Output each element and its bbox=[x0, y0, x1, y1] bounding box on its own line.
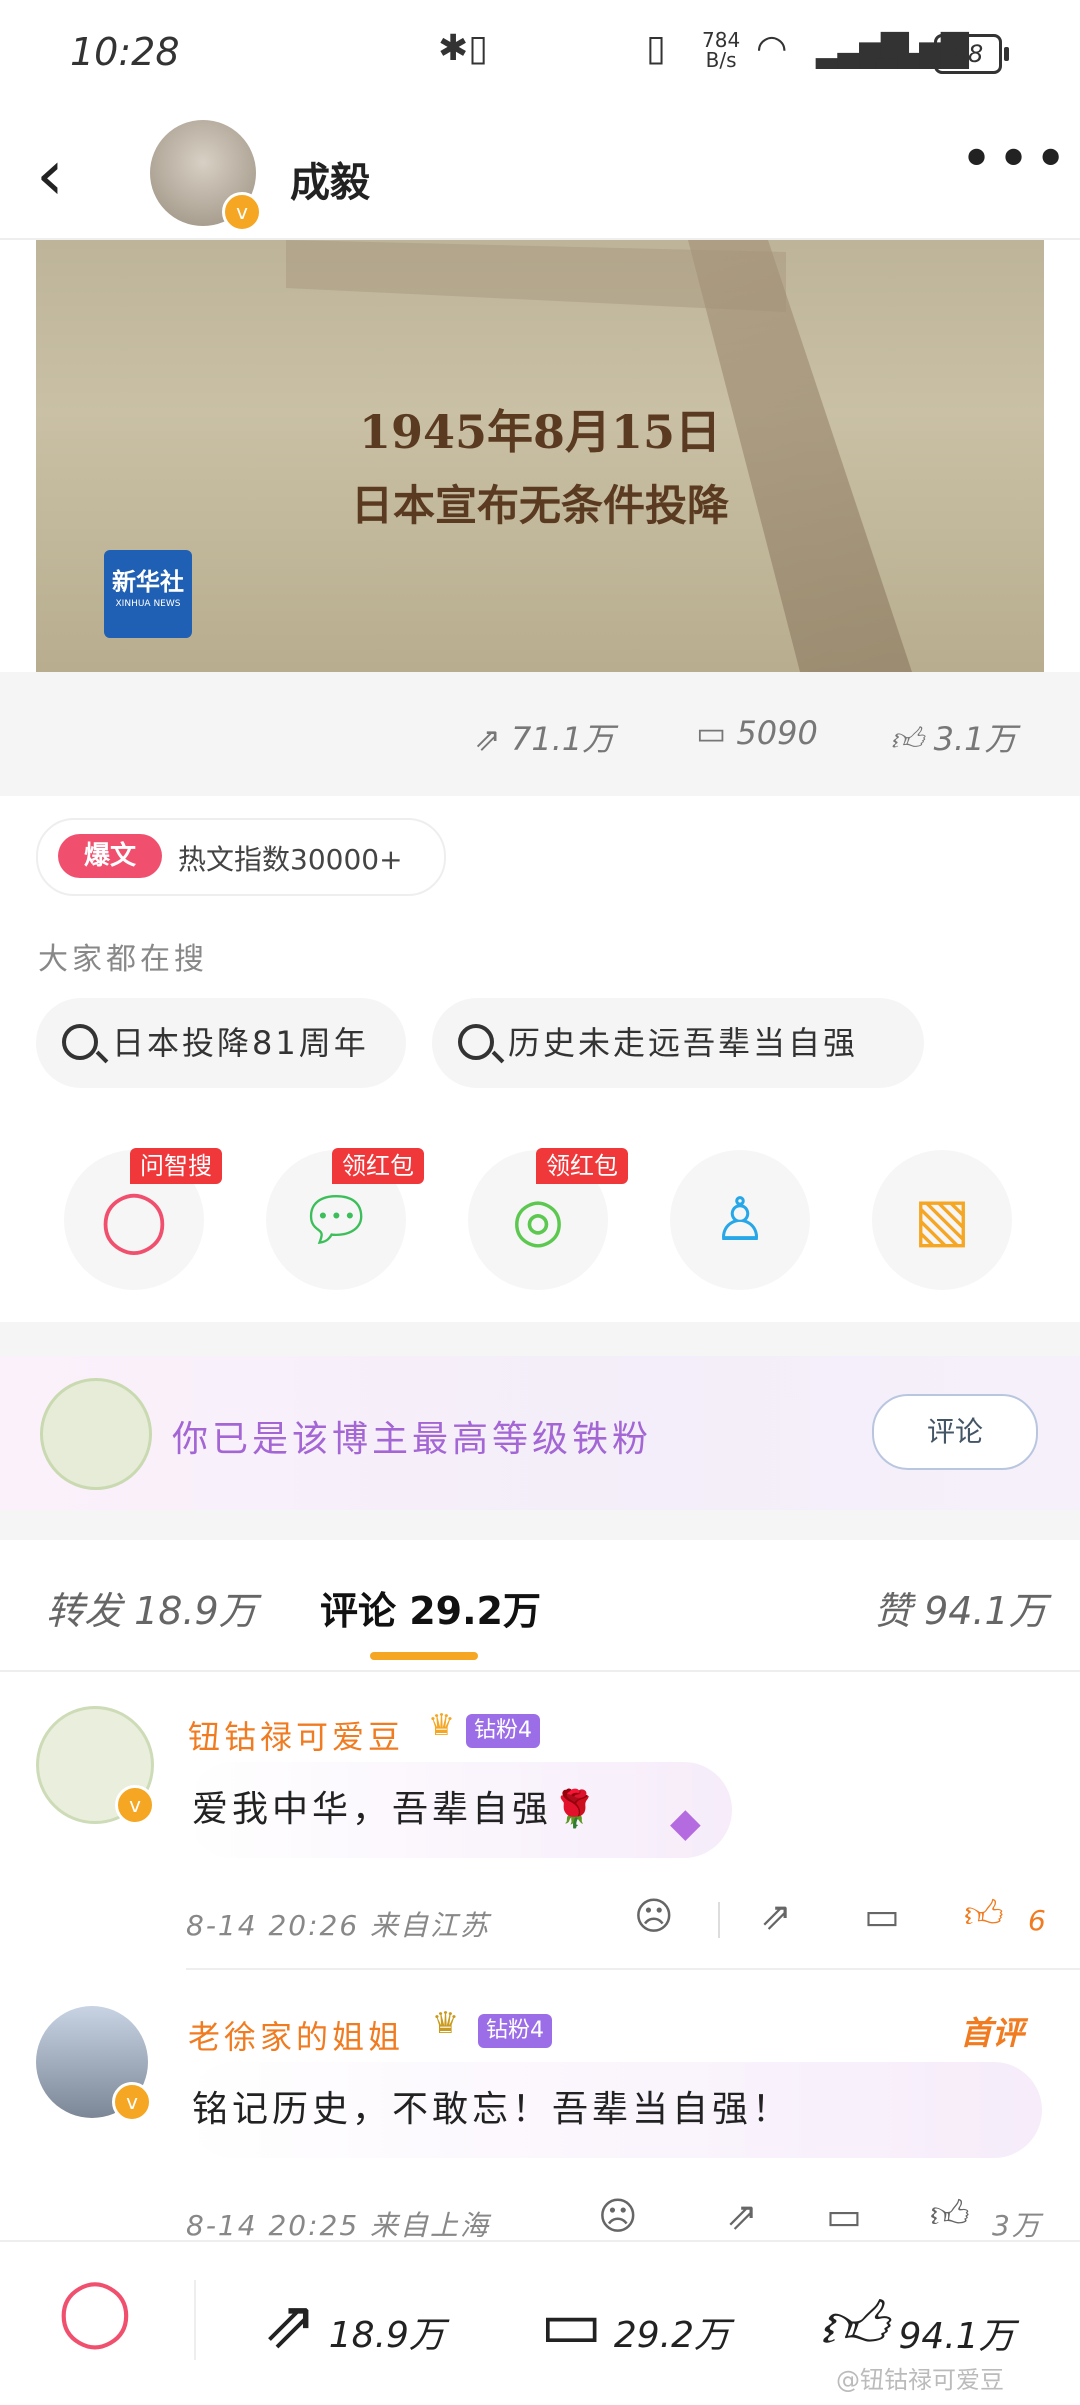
crown-icon: ♛ bbox=[432, 2006, 459, 2041]
share-tag: 领红包 bbox=[536, 1148, 628, 1184]
fan-badge: 钻粉4 bbox=[466, 1714, 540, 1748]
search-icon bbox=[458, 1024, 494, 1060]
repost-count-value: 71.1万 bbox=[510, 720, 615, 758]
section-separator bbox=[0, 1322, 1080, 1356]
comment-text[interactable]: 铭记历史，不敢忘！吾辈当自强！ bbox=[186, 2062, 1042, 2158]
watermark: @钮钴禄可爱豆 bbox=[836, 2366, 1004, 2394]
bottom-like-button[interactable]: 👍︎ 94.1万 bbox=[818, 2286, 1015, 2366]
clock: 10:28 bbox=[70, 30, 180, 74]
tab-indicator bbox=[370, 1652, 478, 1660]
battery-icon: 68 bbox=[934, 34, 1009, 74]
search-chip-label: 日本投降81周年 bbox=[112, 1024, 369, 1062]
comment-location: 来自江苏 bbox=[370, 1909, 491, 1942]
repost-count[interactable]: ⇗ 71.1万 bbox=[474, 714, 614, 760]
bottom-like-count: 94.1万 bbox=[898, 2316, 1015, 2357]
hot-index[interactable]: 爆文 热文指数30000+ bbox=[36, 818, 446, 896]
commenter-name[interactable]: 钮钴禄可爱豆 bbox=[188, 1712, 404, 1758]
comment-time: 8-14 20:26 bbox=[186, 1909, 360, 1942]
repost-icon: ⇗ bbox=[262, 2286, 318, 2363]
like-count: 6 bbox=[1028, 1904, 1048, 1937]
reply-icon[interactable]: ▭ bbox=[864, 1894, 900, 1938]
divider bbox=[186, 1968, 1080, 1970]
verified-icon: v bbox=[112, 2082, 152, 2122]
search-chip-label: 历史未走远吾辈当自强 bbox=[508, 1024, 859, 1062]
comment-count-value: 5090 bbox=[736, 714, 818, 752]
divider bbox=[0, 1670, 1080, 1672]
gem-icon: ◆ bbox=[670, 1800, 701, 1846]
comment-time: 8-14 20:25 bbox=[186, 2209, 360, 2242]
search-icon bbox=[62, 1024, 98, 1060]
status-bar: 10:28 ✱▯ ▯ 784 B/s ◠ ▂▃▅▇ ▂▃▅▇ 68 bbox=[0, 0, 1080, 110]
tab-repost[interactable]: 转发 18.9万 bbox=[46, 1580, 257, 1635]
bottom-repost-button[interactable]: ⇗ 18.9万 bbox=[262, 2286, 445, 2363]
first-comment-tag: 首评 bbox=[960, 2014, 1025, 2052]
verified-icon: v bbox=[115, 1785, 155, 1825]
like-count-value: 3.1万 bbox=[933, 720, 1017, 758]
comment-meta: 8-14 20:26 来自江苏 bbox=[186, 1904, 490, 1944]
xinhua-logo: 新华社 XINHUA NEWS bbox=[104, 550, 192, 638]
net-speed: 784 B/s bbox=[702, 30, 740, 70]
section-separator bbox=[0, 1510, 1080, 1540]
comment-meta: 8-14 20:25 来自上海 bbox=[186, 2204, 490, 2244]
banner-headline: 日本宣布无条件投降 bbox=[350, 481, 729, 530]
back-icon[interactable]: ‹ bbox=[36, 140, 64, 210]
hot-text: 热文指数30000+ bbox=[178, 843, 403, 876]
share-tag: 领红包 bbox=[332, 1148, 424, 1184]
vibrate-icon: ▯ bbox=[646, 28, 666, 69]
commenter-avatar[interactable]: v bbox=[36, 1706, 155, 1825]
logo-text: 新华社 bbox=[112, 568, 184, 596]
net-speed-unit: B/s bbox=[705, 48, 737, 72]
divider bbox=[718, 1902, 720, 1938]
repost-icon[interactable]: ⇗ bbox=[760, 1894, 792, 1938]
comment-icon: ▭ bbox=[540, 2286, 603, 2363]
bluetooth-icon: ✱▯ bbox=[438, 28, 488, 69]
crown-icon: ♛ bbox=[428, 1708, 455, 1743]
divider bbox=[194, 2280, 196, 2360]
tab-like[interactable]: 赞 94.1万 bbox=[874, 1580, 1047, 1635]
comment-text[interactable]: 爱我中华，吾辈自强🌹 bbox=[186, 1762, 732, 1858]
iron-fan-text: 你已是该博主最高等级铁粉 bbox=[172, 1419, 653, 1460]
hot-badge: 爆文 bbox=[58, 834, 162, 878]
repost-icon[interactable]: ⇗ bbox=[726, 2194, 758, 2238]
like-icon[interactable]: 👍︎ bbox=[964, 1892, 1004, 1938]
bottom-repost-count: 18.9万 bbox=[328, 2315, 445, 2356]
comment-location: 来自上海 bbox=[370, 2209, 491, 2242]
reply-icon[interactable]: ▭ bbox=[826, 2194, 862, 2238]
comment-button[interactable]: 评论 bbox=[872, 1394, 1038, 1470]
author-name[interactable]: 成毅 bbox=[290, 150, 370, 208]
search-chip[interactable]: 日本投降81周年 bbox=[36, 998, 406, 1088]
author-avatar[interactable]: v bbox=[150, 120, 262, 232]
verified-icon: v bbox=[222, 192, 262, 232]
like-count[interactable]: 👍︎ 3.1万 bbox=[890, 714, 1017, 760]
search-chip[interactable]: 历史未走远吾辈当自强 bbox=[432, 998, 924, 1088]
dislike-icon[interactable]: ☹ bbox=[598, 2194, 638, 2238]
save-image-icon[interactable]: ▧ bbox=[872, 1150, 1012, 1290]
share-tag: 问智搜 bbox=[130, 1148, 222, 1184]
logo-sub: XINHUA NEWS bbox=[115, 599, 181, 609]
wifi-icon: ◠ bbox=[756, 28, 788, 69]
more-icon[interactable]: ••• bbox=[960, 132, 1071, 188]
commenter-name[interactable]: 老徐家的姐姐 bbox=[188, 2012, 404, 2058]
tab-comment[interactable]: 评论 29.2万 bbox=[320, 1580, 541, 1635]
like-icon: 👍︎ bbox=[818, 2287, 887, 2364]
banner-date: 1945年8月15日 bbox=[358, 405, 722, 459]
bottom-comment-count: 29.2万 bbox=[613, 2315, 730, 2356]
search-section-title: 大家都在搜 bbox=[38, 942, 208, 977]
fan-badge: 钻粉4 bbox=[478, 2014, 552, 2048]
dislike-icon[interactable]: ☹ bbox=[634, 1894, 674, 1938]
bottom-comment-button[interactable]: ▭ 29.2万 bbox=[540, 2286, 730, 2363]
like-count: 3万 bbox=[992, 2209, 1042, 2242]
ai-search-icon[interactable]: ◯ bbox=[58, 2272, 132, 2349]
comment-count[interactable]: ▭ 5090 bbox=[696, 714, 818, 752]
post-image[interactable]: 1945年8月15日 日本宣布无条件投降 新华社 XINHUA NEWS bbox=[36, 240, 1044, 672]
fan-avatar bbox=[40, 1378, 152, 1490]
like-icon[interactable]: 👍︎ bbox=[930, 2192, 970, 2238]
qq-icon[interactable]: ♙ bbox=[670, 1150, 810, 1290]
commenter-avatar[interactable]: v bbox=[36, 2006, 152, 2122]
